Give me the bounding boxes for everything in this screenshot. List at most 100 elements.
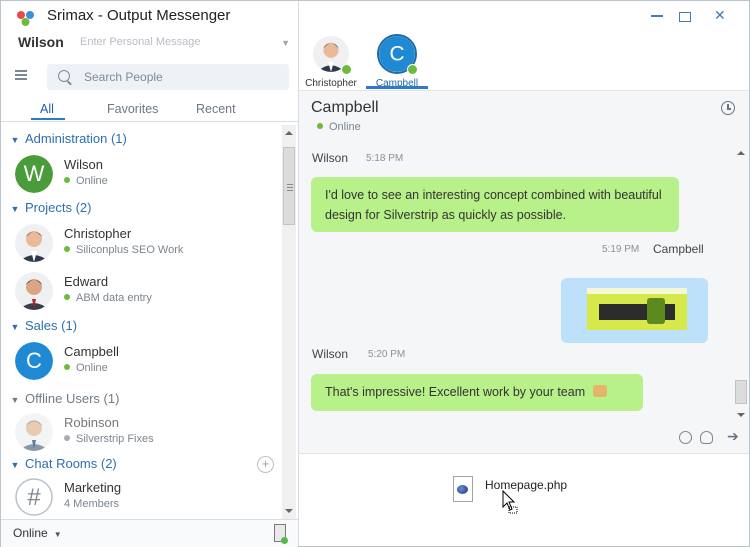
- contact-status: Online: [64, 362, 108, 374]
- contact-name: Robinson: [64, 415, 119, 430]
- app-title: Srimax - Output Messenger: [47, 7, 231, 24]
- personal-message-input[interactable]: Enter Personal Message: [80, 36, 200, 48]
- contact-list: ▼ Administration (1) W Wilson Online ▼ Pro…: [1, 125, 282, 519]
- chevron-down-icon: ▼: [53, 530, 62, 539]
- message-time: 5:19 PM: [602, 244, 640, 255]
- chat-tab-campbell[interactable]: C Campbell: [365, 34, 425, 90]
- tab-favorites[interactable]: Favorites: [107, 102, 158, 116]
- scroll-down-icon[interactable]: [737, 413, 745, 417]
- chevron-down-icon: ▼: [10, 322, 20, 332]
- contact-status: Silverstrip Fixes: [64, 433, 154, 445]
- compose-toolbar: ➔: [299, 423, 749, 454]
- chat-contact-status: Online: [317, 121, 361, 133]
- history-icon[interactable]: [721, 101, 735, 115]
- message-sender: Wilson: [312, 151, 349, 165]
- contact-name: Christopher: [64, 226, 132, 241]
- contact-item-christopher[interactable]: Christopher Siliconplus SEO Work: [1, 221, 282, 265]
- contact-item-wilson[interactable]: W Wilson Online: [1, 152, 282, 196]
- group-label: Administration (1): [25, 131, 127, 146]
- scrollbar-thumb[interactable]: [735, 380, 747, 404]
- presence-bar: Online ▼: [1, 519, 298, 547]
- group-projects[interactable]: ▼ Projects (2): [1, 200, 92, 215]
- scroll-up-icon[interactable]: [285, 131, 293, 135]
- online-status-icon: [317, 123, 323, 129]
- group-administration[interactable]: ▼ Administration (1): [1, 131, 127, 146]
- online-status-icon: [64, 364, 70, 370]
- group-chat-rooms[interactable]: ▼ Chat Rooms (2): [1, 456, 117, 471]
- svg-text:C: C: [389, 43, 404, 66]
- add-chatroom-icon[interactable]: +: [257, 456, 274, 473]
- shared-image-thumbnail[interactable]: [587, 288, 687, 330]
- message-bubble: That's impressive! Excellent work by you…: [311, 374, 643, 411]
- online-status-icon: [407, 64, 418, 75]
- online-status-icon: [341, 64, 352, 75]
- maximize-icon[interactable]: [679, 12, 691, 22]
- message-sender: Wilson: [312, 347, 349, 361]
- divider: [1, 121, 298, 122]
- contact-item-robinson[interactable]: Robinson Silverstrip Fixes: [1, 410, 282, 454]
- headset-icon[interactable]: [700, 431, 713, 444]
- message-time: 5:18 PM: [366, 153, 404, 164]
- tab-all[interactable]: All: [40, 102, 54, 116]
- contact-tabs: All Favorites Recent: [1, 100, 298, 122]
- send-icon[interactable]: ➔: [727, 428, 739, 445]
- active-tab-indicator: [31, 118, 65, 120]
- group-label: Sales (1): [25, 318, 78, 333]
- chat-pane: ✕ Christopher C Campbell Campbell Online: [299, 1, 749, 546]
- online-status-icon: [64, 177, 70, 183]
- group-label: Offline Users (1): [25, 391, 120, 406]
- app-window: Srimax - Output Messenger Wilson Enter P…: [0, 0, 750, 547]
- avatar: W: [15, 155, 53, 193]
- svg-text:C: C: [26, 348, 42, 373]
- search-icon: [58, 70, 70, 82]
- contact-item-edward[interactable]: Edward ABM data entry: [1, 269, 282, 313]
- chat-contact-name: Campbell: [311, 99, 379, 116]
- group-offline-users[interactable]: ▼ Offline Users (1): [1, 391, 120, 406]
- avatar: [15, 224, 53, 262]
- chatroom-members: 4 Members: [64, 498, 120, 510]
- contacts-pane: Srimax - Output Messenger Wilson Enter P…: [1, 1, 299, 547]
- contact-name: Wilson: [64, 157, 104, 172]
- emoji-icon[interactable]: [679, 431, 692, 444]
- svg-text:#: #: [27, 484, 41, 511]
- attachment-file-name[interactable]: Homepage.php: [485, 478, 567, 492]
- chat-tab-christopher[interactable]: Christopher: [299, 36, 359, 90]
- avatar: [15, 413, 53, 451]
- chat-tab-label: Christopher: [305, 78, 357, 89]
- offline-status-icon: [64, 435, 70, 441]
- group-sales[interactable]: ▼ Sales (1): [1, 318, 78, 333]
- contact-list-scrollbar[interactable]: [282, 125, 296, 519]
- search-input[interactable]: Search People: [47, 64, 289, 90]
- contact-item-campbell[interactable]: C Campbell Online: [1, 339, 282, 383]
- notes-icon[interactable]: [274, 524, 288, 544]
- chevron-down-icon[interactable]: ▼: [281, 38, 290, 48]
- active-chat-tab-indicator: [366, 86, 428, 89]
- chevron-down-icon: ▼: [10, 460, 20, 470]
- menu-icon[interactable]: [15, 70, 27, 80]
- contact-status: ABM data entry: [64, 292, 152, 304]
- php-file-icon: [453, 476, 473, 502]
- minimize-icon[interactable]: [651, 15, 663, 18]
- mouse-cursor-icon: [502, 490, 518, 514]
- message-list: Wilson 5:18 PM I'd love to see an intere…: [299, 145, 733, 423]
- contact-name: Edward: [64, 274, 109, 289]
- message-scrollbar[interactable]: [733, 145, 749, 423]
- tab-recent[interactable]: Recent: [196, 102, 236, 116]
- close-icon[interactable]: ✕: [714, 7, 726, 24]
- image-message-bubble: [561, 278, 708, 343]
- contact-status: Online: [64, 175, 108, 187]
- presence-dropdown[interactable]: Online ▼: [13, 526, 62, 540]
- chevron-down-icon: ▼: [10, 204, 20, 214]
- avatar: [15, 272, 53, 310]
- message-sender: Campbell: [653, 242, 704, 256]
- scroll-down-icon[interactable]: [285, 509, 293, 513]
- app-logo-icon: [17, 11, 34, 26]
- search-placeholder: Search People: [84, 70, 163, 84]
- chevron-down-icon: ▼: [10, 135, 20, 145]
- chatroom-item-marketing[interactable]: # Marketing 4 Members: [1, 475, 282, 519]
- current-user-name: Wilson: [18, 34, 64, 50]
- scroll-up-icon[interactable]: [737, 151, 745, 155]
- scrollbar-thumb[interactable]: [283, 147, 295, 225]
- message-compose-area[interactable]: Homepage.php: [299, 454, 749, 546]
- chat-tabs: Christopher C Campbell: [299, 31, 749, 91]
